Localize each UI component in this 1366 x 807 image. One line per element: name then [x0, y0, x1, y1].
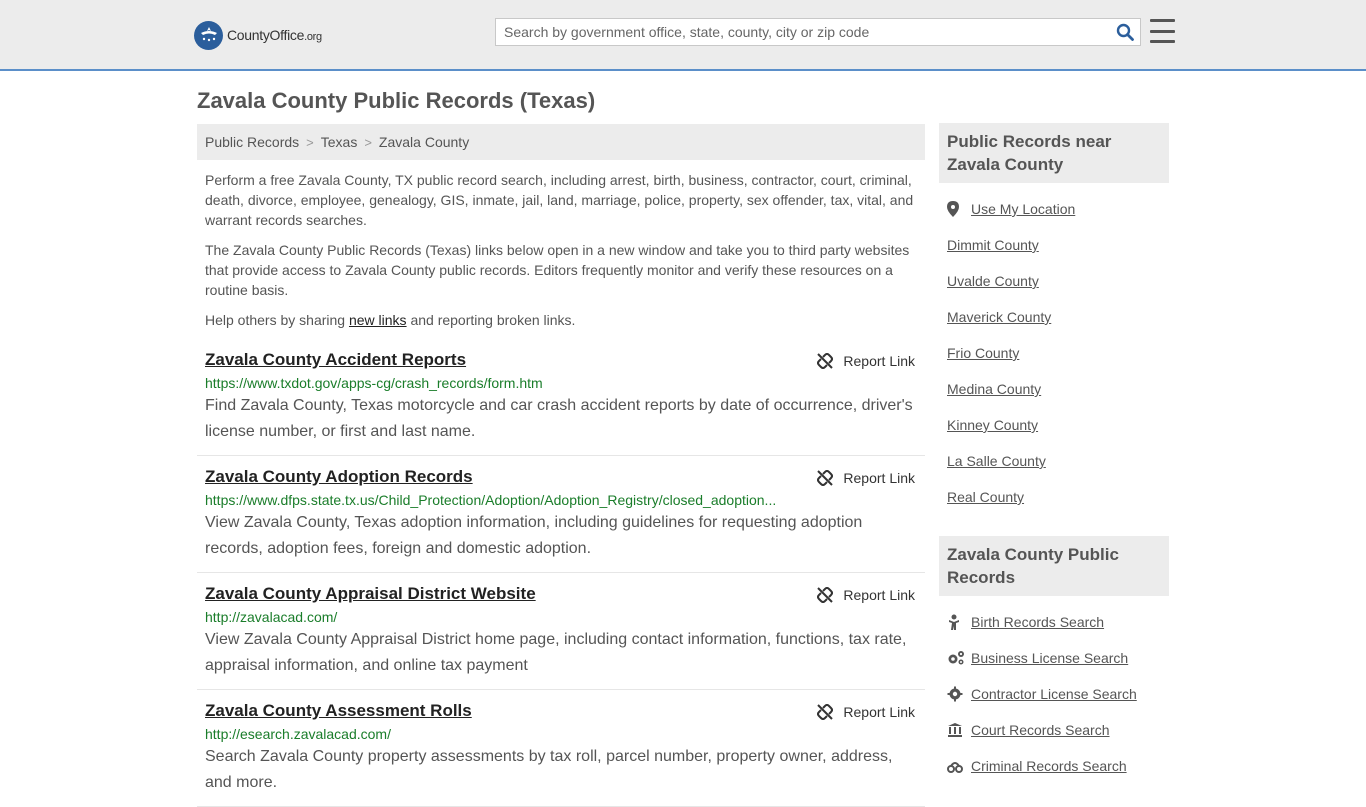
- report-link-label: Report Link: [843, 353, 915, 369]
- county-record-link[interactable]: Court Records Search: [971, 722, 1110, 738]
- search-box: [495, 18, 1141, 46]
- record-description: View Zavala County Appraisal District ho…: [205, 631, 907, 674]
- intro-help-text: Help others by sharing: [205, 312, 349, 328]
- breadcrumb-public-records[interactable]: Public Records: [205, 134, 299, 150]
- record-item: Zavala County Assessment Rolls Report Li…: [197, 690, 925, 807]
- record-item: Zavala County Accident Reports Report Li…: [197, 339, 925, 456]
- report-link-button[interactable]: Report Link: [817, 704, 915, 720]
- search-icon: [1116, 23, 1134, 41]
- nearby-county-link[interactable]: Maverick County: [947, 309, 1051, 325]
- map-pin-icon: [947, 201, 971, 217]
- search-button[interactable]: [1110, 19, 1140, 45]
- county-records-list: Birth Records Search Business License Se…: [939, 604, 1169, 784]
- record-url[interactable]: http://zavalacad.com/: [205, 609, 780, 625]
- broken-link-icon: [817, 704, 834, 720]
- county-record-link[interactable]: Criminal Records Search: [971, 758, 1127, 774]
- record-title-link[interactable]: Zavala County Accident Reports: [205, 350, 466, 370]
- record-item: Zavala County Appraisal District Website…: [197, 573, 925, 690]
- record-description: Find Zavala County, Texas motorcycle and…: [205, 397, 913, 440]
- list-item: Business License Search: [947, 640, 1169, 676]
- record-title-link[interactable]: Zavala County Assessment Rolls: [205, 701, 472, 721]
- record-title-link[interactable]: Zavala County Adoption Records: [205, 467, 473, 487]
- report-link-label: Report Link: [843, 470, 915, 486]
- intro-paragraph-1: Perform a free Zavala County, TX public …: [205, 172, 914, 228]
- hamburger-menu-icon[interactable]: [1150, 19, 1175, 43]
- logo-suffix: .org: [304, 31, 322, 43]
- report-link-label: Report Link: [843, 587, 915, 603]
- intro-help-text-end: and reporting broken links.: [406, 312, 576, 328]
- report-link-button[interactable]: Report Link: [817, 470, 915, 486]
- handcuffs-icon: [947, 758, 971, 774]
- intro-paragraph-3: Help others by sharing new links and rep…: [205, 310, 917, 330]
- list-item: Criminal Records Search: [947, 748, 1169, 784]
- new-links-link[interactable]: new links: [349, 312, 407, 328]
- record-item: Zavala County Adoption Records Report Li…: [197, 456, 925, 573]
- page-title: Zavala County Public Records (Texas): [197, 88, 596, 113]
- record-title-link[interactable]: Zavala County Appraisal District Website: [205, 584, 536, 604]
- breadcrumb-separator-icon: >: [306, 134, 314, 150]
- gear-icon: [947, 686, 971, 702]
- broken-link-icon: [817, 470, 834, 486]
- sidebar-nearby: Public Records near Zavala County Use My…: [939, 123, 1169, 515]
- list-item: La Salle County: [947, 443, 1169, 479]
- report-link-button[interactable]: Report Link: [817, 587, 915, 603]
- nearby-county-link[interactable]: Kinney County: [947, 417, 1038, 433]
- top-bar: CountyOffice.org: [0, 0, 1366, 71]
- nearby-county-link[interactable]: Frio County: [947, 345, 1019, 361]
- report-link-button[interactable]: Report Link: [817, 353, 915, 369]
- list-item: Kinney County: [947, 407, 1169, 443]
- breadcrumb-separator-icon: >: [364, 134, 372, 150]
- sidebar-county-title: Zavala County Public Records: [939, 536, 1169, 596]
- use-my-location-link[interactable]: Use My Location: [971, 201, 1075, 217]
- breadcrumb-texas[interactable]: Texas: [321, 134, 358, 150]
- county-seal-icon: [194, 20, 223, 50]
- list-item: Real County: [947, 479, 1169, 515]
- list-item: Contractor License Search: [947, 676, 1169, 712]
- county-record-link[interactable]: Contractor License Search: [971, 686, 1137, 702]
- baby-icon: [947, 614, 971, 630]
- record-description: View Zavala County, Texas adoption infor…: [205, 514, 863, 557]
- nearby-county-link[interactable]: La Salle County: [947, 453, 1046, 469]
- list-item: Frio County: [947, 335, 1169, 371]
- list-item: Maverick County: [947, 299, 1169, 335]
- nearby-county-link[interactable]: Dimmit County: [947, 237, 1039, 253]
- sidebar-county-records: Zavala County Public Records Birth Recor…: [939, 536, 1169, 784]
- list-item: Birth Records Search: [947, 604, 1169, 640]
- report-link-label: Report Link: [843, 704, 915, 720]
- breadcrumb-zavala-county[interactable]: Zavala County: [379, 134, 469, 150]
- site-logo[interactable]: CountyOffice.org: [194, 20, 322, 50]
- sidebar-nearby-title: Public Records near Zavala County: [939, 123, 1169, 183]
- broken-link-icon: [817, 353, 834, 369]
- nearby-counties-list: Use My Location Dimmit County Uvalde Cou…: [939, 191, 1169, 515]
- intro-paragraph-2: The Zavala County Public Records (Texas)…: [205, 242, 910, 298]
- nearby-county-link[interactable]: Medina County: [947, 381, 1041, 397]
- list-item: Medina County: [947, 371, 1169, 407]
- list-item: Dimmit County: [947, 227, 1169, 263]
- county-record-link[interactable]: Birth Records Search: [971, 614, 1104, 630]
- broken-link-icon: [817, 587, 834, 603]
- search-input[interactable]: [496, 19, 1110, 45]
- nearby-county-link[interactable]: Real County: [947, 489, 1024, 505]
- list-item: Uvalde County: [947, 263, 1169, 299]
- main-content: Public Records > Texas > Zavala County P…: [197, 124, 925, 807]
- gears-icon: [947, 650, 971, 666]
- record-url[interactable]: https://www.txdot.gov/apps-cg/crash_reco…: [205, 375, 780, 391]
- records-list: Zavala County Accident Reports Report Li…: [197, 339, 925, 807]
- record-url[interactable]: https://www.dfps.state.tx.us/Child_Prote…: [205, 492, 780, 508]
- county-record-link[interactable]: Business License Search: [971, 650, 1128, 666]
- logo-text: CountyOffice.org: [227, 27, 322, 43]
- record-url[interactable]: http://esearch.zavalacad.com/: [205, 726, 780, 742]
- record-description: Search Zavala County property assessment…: [205, 748, 893, 791]
- breadcrumb: Public Records > Texas > Zavala County: [197, 124, 925, 160]
- list-item: Use My Location: [947, 191, 1169, 227]
- logo-main: CountyOffice: [227, 27, 305, 43]
- intro-text: Perform a free Zavala County, TX public …: [197, 170, 925, 330]
- nearby-county-link[interactable]: Uvalde County: [947, 273, 1039, 289]
- courthouse-icon: [947, 722, 971, 738]
- list-item: Court Records Search: [947, 712, 1169, 748]
